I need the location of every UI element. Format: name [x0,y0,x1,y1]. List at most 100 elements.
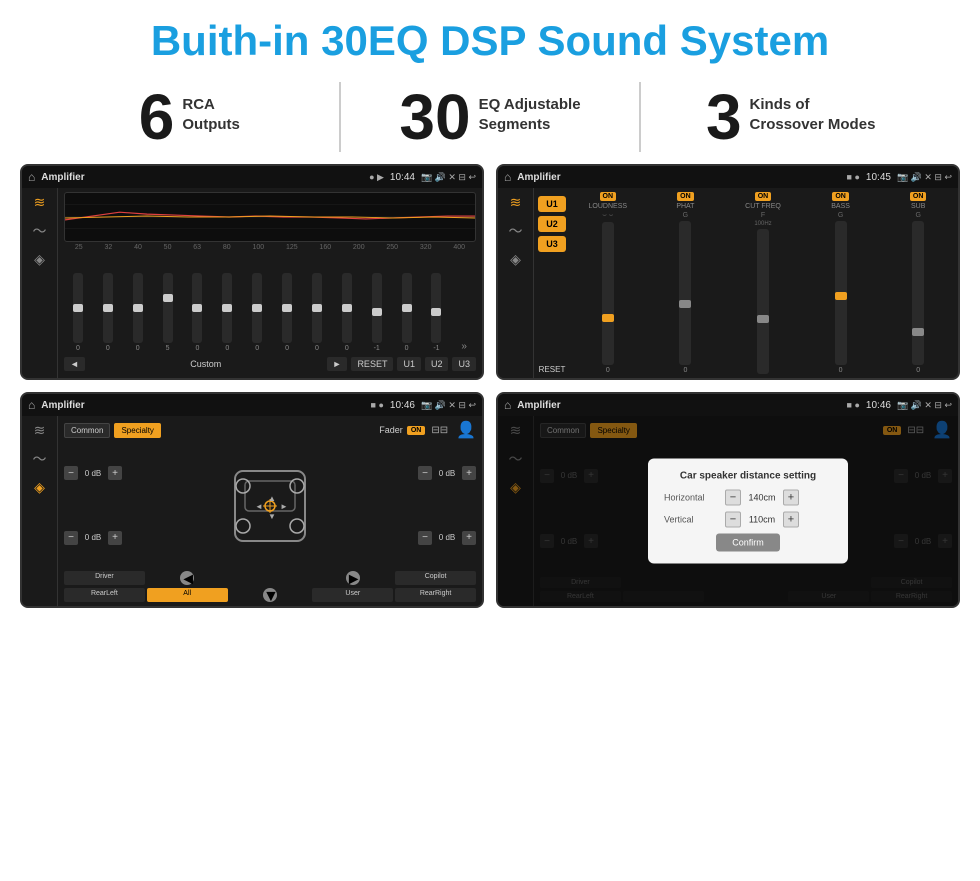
eq-u3-btn[interactable]: U3 [452,357,476,371]
svg-text:▲: ▲ [268,494,276,503]
svg-text:►: ► [280,502,288,511]
home-icon-2[interactable]: ⌂ [504,170,511,184]
preset-u2[interactable]: U2 [538,216,566,232]
db-front-left: − 0 dB + [64,466,122,480]
sidebar-wave-icon[interactable]: 〜 [33,221,47,241]
bass-fader[interactable] [835,221,847,365]
common-btn[interactable]: Common [64,423,110,438]
db-rear-left: − 0 dB + [64,531,122,545]
sidebar-eq-icon-3[interactable]: ≋ [34,422,46,439]
sidebar-eq-icon-2[interactable]: ≋ [510,194,522,211]
stat-eq: 30 EQ AdjustableSegments [361,85,620,149]
home-icon-1[interactable]: ⌂ [28,170,35,184]
cutfreq-fader[interactable] [757,229,769,374]
eq-u1-btn[interactable]: U1 [397,357,421,371]
db-minus-rr[interactable]: − [418,531,432,545]
eq-next-btn[interactable]: ► [327,357,348,371]
sub-range: G [915,212,920,219]
sidebar-speaker-icon-2[interactable]: ◈ [510,251,521,268]
stat-divider-2 [639,82,641,152]
confirm-button[interactable]: Confirm [716,534,780,552]
sub-toggle[interactable]: ON [910,192,927,201]
preset-u3[interactable]: U3 [538,236,566,252]
db-minus-fr[interactable]: − [418,466,432,480]
arrow-left-btn[interactable]: ◄ [180,571,194,585]
eq-expand-icon[interactable]: » [461,341,467,352]
user-btn-3[interactable]: User [312,588,393,602]
preset-buttons: U1 U2 U3 RESET [538,192,566,374]
db-minus-rl[interactable]: − [64,531,78,545]
distance-dialog: Car speaker distance setting Horizontal … [648,459,848,564]
rearright-btn[interactable]: RearRight [395,588,476,602]
loudness-label: LOUDNESS [589,203,628,210]
eq-freq-labels: 25 32 40 50 63 80 100 125 160 200 250 32… [64,242,476,253]
car-svg: ◄ ► ▲ ▼ [225,451,315,561]
horizontal-plus[interactable]: + [783,490,799,506]
app-title-2: Amplifier [517,172,840,183]
eq-main: 25 32 40 50 63 80 100 125 160 200 250 32… [58,188,482,378]
sub-value: 0 [916,367,920,374]
screen2-content: ≋ 〜 ◈ U1 U2 U3 RESET ON LOUDNESS [498,188,958,378]
fader-top: Common Specialty Fader ON ⊟⊟ 👤 [64,420,476,440]
db-plus-fl[interactable]: + [108,466,122,480]
sidebar-2: ≋ 〜 ◈ [498,188,534,378]
horizontal-row: Horizontal − 140cm + [664,490,832,506]
sidebar-wave-icon-2[interactable]: 〜 [509,221,523,241]
app-title-3: Amplifier [41,400,364,411]
db-front-right: − 0 dB + [418,466,476,480]
driver-btn[interactable]: Driver [64,571,145,585]
eq-graph [64,192,476,242]
vertical-label: Vertical [664,515,719,525]
phat-toggle[interactable]: ON [677,192,694,201]
screen-fader: ⌂ Amplifier ■ ● 10:46 📷 🔊 ✕ ⊟ ↩ ≋ 〜 ◈ Co… [20,392,484,608]
horizontal-label: Horizontal [664,493,719,503]
sidebar-speaker-icon[interactable]: ◈ [34,251,45,268]
screen-dialog: ⌂ Amplifier ■ ● 10:46 📷 🔊 ✕ ⊟ ↩ ≋ 〜 ◈ Co… [496,392,960,608]
sub-fader[interactable] [912,221,924,365]
rearleft-btn[interactable]: RearLeft [64,588,145,602]
status-bar-1: ⌂ Amplifier ● ▶ 10:44 📷 🔊 ✕ ⊟ ↩ [22,166,482,188]
home-icon-4[interactable]: ⌂ [504,398,511,412]
status-bar-2: ⌂ Amplifier ■ ● 10:45 📷 🔊 ✕ ⊟ ↩ [498,166,958,188]
sidebar-wave-icon-3[interactable]: 〜 [33,449,47,469]
fader-label: Fader [379,425,403,435]
sidebar-eq-icon[interactable]: ≋ [34,194,46,211]
eq-navigation: ◄ Custom ► RESET U1 U2 U3 [64,354,476,374]
right-db-controls: − 0 dB + − 0 dB + [418,443,476,568]
eq-reset-btn[interactable]: RESET [351,357,393,371]
phat-control: ON PHAT G 0 [650,192,722,374]
screen1-content: ≋ 〜 ◈ 2 [22,188,482,378]
cutfreq-toggle[interactable]: ON [755,192,772,201]
amp-controls-area: ON LOUDNESS ⌣ ⌣ 0 ON PHAT G [572,192,954,374]
sidebar-speaker-icon-3[interactable]: ◈ [34,479,45,496]
eq-u2-btn[interactable]: U2 [425,357,449,371]
vertical-plus[interactable]: + [783,512,799,528]
db-val-fr: 0 dB [435,469,459,478]
arrow-down-btn[interactable]: ▼ [263,588,277,602]
eq-slider-5: 0 [222,273,232,352]
vertical-row: Vertical − 110cm + [664,512,832,528]
horizontal-minus[interactable]: − [725,490,741,506]
copilot-btn[interactable]: Copilot [395,571,476,585]
home-icon-3[interactable]: ⌂ [28,398,35,412]
preset-u1[interactable]: U1 [538,196,566,212]
loudness-value: 0 [606,367,610,374]
all-btn[interactable]: All [147,588,228,602]
loudness-fader[interactable] [602,222,614,365]
fader-main: Common Specialty Fader ON ⊟⊟ 👤 − 0 dB + [58,416,482,606]
arrow-right-btn[interactable]: ► [346,571,360,585]
loudness-toggle[interactable]: ON [600,192,617,201]
db-plus-rr[interactable]: + [462,531,476,545]
db-plus-fr[interactable]: + [462,466,476,480]
svg-text:◄: ◄ [255,502,263,511]
specialty-btn[interactable]: Specialty [114,423,160,438]
reset-btn-2[interactable]: RESET [538,365,566,374]
dot-icon-4: ■ ● [847,400,860,410]
eq-prev-btn[interactable]: ◄ [64,357,85,371]
db-plus-rl[interactable]: + [108,531,122,545]
bass-toggle[interactable]: ON [832,192,849,201]
db-minus-fl[interactable]: − [64,466,78,480]
phat-fader[interactable] [679,221,691,365]
page-title: Buith-in 30EQ DSP Sound System [20,18,960,64]
vertical-minus[interactable]: − [725,512,741,528]
